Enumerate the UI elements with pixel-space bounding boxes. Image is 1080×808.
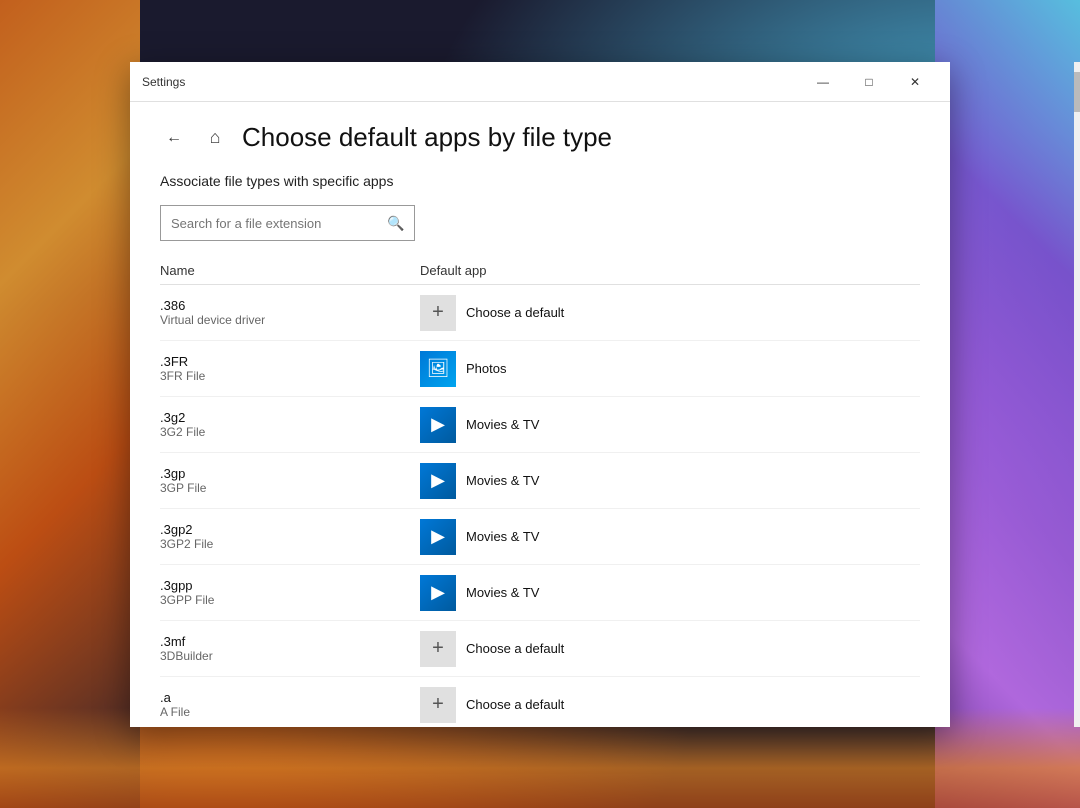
file-description: 3GP2 File	[160, 537, 420, 551]
file-info: .3gp2 3GP2 File	[160, 522, 420, 551]
scroll-thumb[interactable]	[1074, 72, 1080, 112]
file-row: .3g2 3G2 File ▶ Movies & TV	[160, 397, 920, 453]
default-app-button[interactable]: + Choose a default	[420, 631, 920, 667]
file-row: .3gp2 3GP2 File ▶ Movies & TV	[160, 509, 920, 565]
settings-window: Settings — □ ✕ ← ⌂ Choose default apps b…	[130, 62, 950, 727]
file-description: 3GPP File	[160, 593, 420, 607]
home-icon[interactable]: ⌂	[202, 125, 228, 151]
file-extension: .3FR	[160, 354, 420, 369]
app-name: Choose a default	[466, 641, 564, 656]
file-extension: .386	[160, 298, 420, 313]
search-box[interactable]: 🔍	[160, 205, 415, 241]
plus-icon: +	[420, 687, 456, 723]
search-icon: 🔍	[387, 215, 404, 232]
search-button[interactable]: 🔍	[378, 205, 414, 241]
app-name: Movies & TV	[466, 585, 539, 600]
maximize-button[interactable]: □	[846, 62, 892, 102]
col-name: Name	[160, 263, 420, 278]
app-name: Movies & TV	[466, 529, 539, 544]
plus-icon: +	[420, 295, 456, 331]
file-info: .3FR 3FR File	[160, 354, 420, 383]
default-app-button[interactable]: ▶ Movies & TV	[420, 463, 920, 499]
default-app-button[interactable]: + Choose a default	[420, 295, 920, 331]
file-extension: .3gp	[160, 466, 420, 481]
content-area: ← ⌂ Choose default apps by file type Ass…	[130, 102, 950, 727]
column-headers: Name Default app	[160, 257, 920, 285]
cubes-right-decoration	[935, 0, 1080, 808]
search-input[interactable]	[161, 216, 378, 231]
app-name: Choose a default	[466, 697, 564, 712]
movies-icon: ▶	[420, 407, 456, 443]
default-app-button[interactable]: 🖼 Photos	[420, 351, 920, 387]
file-info: .3gp 3GP File	[160, 466, 420, 495]
default-app-button[interactable]: ▶ Movies & TV	[420, 519, 920, 555]
back-button[interactable]: ←	[160, 124, 188, 152]
file-extension: .3gp2	[160, 522, 420, 537]
default-app-button[interactable]: ▶ Movies & TV	[420, 407, 920, 443]
col-default-app: Default app	[420, 263, 920, 278]
title-bar-controls: — □ ✕	[800, 62, 938, 102]
default-app-button[interactable]: + Choose a default	[420, 687, 920, 723]
title-bar-left: Settings	[142, 75, 800, 89]
home-symbol: ⌂	[210, 127, 221, 148]
file-description: 3DBuilder	[160, 649, 420, 663]
file-description: Virtual device driver	[160, 313, 420, 327]
window-title: Settings	[142, 75, 185, 89]
file-info: .3gpp 3GPP File	[160, 578, 420, 607]
file-row: .a A File + Choose a default	[160, 677, 920, 727]
file-row: .3gpp 3GPP File ▶ Movies & TV	[160, 565, 920, 621]
app-name: Choose a default	[466, 305, 564, 320]
close-button[interactable]: ✕	[892, 62, 938, 102]
file-extension: .3gpp	[160, 578, 420, 593]
file-extension: .a	[160, 690, 420, 705]
file-row: .3FR 3FR File 🖼 Photos	[160, 341, 920, 397]
app-name: Movies & TV	[466, 473, 539, 488]
back-icon: ←	[166, 129, 182, 147]
file-row: .386 Virtual device driver + Choose a de…	[160, 285, 920, 341]
file-row: .3gp 3GP File ▶ Movies & TV	[160, 453, 920, 509]
header-row: ← ⌂ Choose default apps by file type	[160, 122, 920, 153]
file-description: 3FR File	[160, 369, 420, 383]
app-name: Movies & TV	[466, 417, 539, 432]
default-app-button[interactable]: ▶ Movies & TV	[420, 575, 920, 611]
file-info: .3mf 3DBuilder	[160, 634, 420, 663]
page-title: Choose default apps by file type	[242, 122, 612, 153]
photos-icon: 🖼	[420, 351, 456, 387]
file-description: A File	[160, 705, 420, 719]
file-row: .3mf 3DBuilder + Choose a default	[160, 621, 920, 677]
movies-icon: ▶	[420, 519, 456, 555]
file-description: 3G2 File	[160, 425, 420, 439]
file-info: .386 Virtual device driver	[160, 298, 420, 327]
file-info: .3g2 3G2 File	[160, 410, 420, 439]
page-subtitle: Associate file types with specific apps	[160, 173, 920, 189]
file-list[interactable]: .386 Virtual device driver + Choose a de…	[160, 285, 920, 727]
minimize-button[interactable]: —	[800, 62, 846, 102]
movies-icon: ▶	[420, 575, 456, 611]
scroll-accent	[1074, 62, 1080, 727]
file-info: .a A File	[160, 690, 420, 719]
plus-icon: +	[420, 631, 456, 667]
file-description: 3GP File	[160, 481, 420, 495]
file-extension: .3mf	[160, 634, 420, 649]
file-extension: .3g2	[160, 410, 420, 425]
movies-icon: ▶	[420, 463, 456, 499]
cubes-left-decoration	[0, 0, 140, 808]
app-name: Photos	[466, 361, 506, 376]
title-bar: Settings — □ ✕	[130, 62, 950, 102]
